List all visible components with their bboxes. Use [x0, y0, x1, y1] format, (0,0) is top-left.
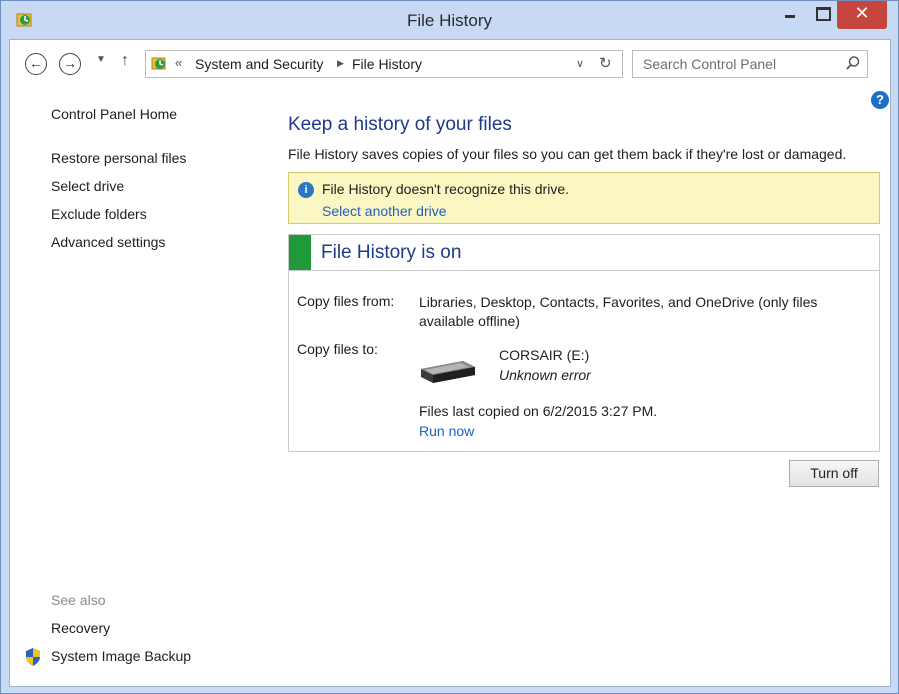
- status-header: File History is on: [289, 235, 879, 271]
- copy-from-label: Copy files from:: [297, 293, 395, 309]
- file-history-window: File History ✕ ← → ▼ ↑ « System and Secu…: [0, 0, 899, 694]
- back-arrow-icon: ←: [29, 55, 43, 71]
- exclude-folders-link[interactable]: Exclude folders: [51, 206, 147, 222]
- task-pane: Control Panel Home Restore personal file…: [10, 88, 270, 686]
- system-image-backup-link[interactable]: System Image Backup: [51, 648, 191, 664]
- copy-from-value: Libraries, Desktop, Contacts, Favorites,…: [419, 294, 818, 329]
- minimize-button[interactable]: [773, 1, 807, 29]
- forward-button[interactable]: →: [59, 53, 81, 75]
- up-arrow-icon: ↑: [121, 52, 129, 69]
- search-box[interactable]: Search Control Panel: [632, 50, 868, 78]
- drive-status: Unknown error: [499, 367, 591, 383]
- warning-message: File History doesn't recognize this driv…: [322, 181, 569, 197]
- status-panel: File History is on Copy files from: Libr…: [288, 234, 880, 452]
- removable-drive-icon: [421, 361, 475, 383]
- select-another-drive-link[interactable]: Select another drive: [322, 203, 447, 219]
- title-bar[interactable]: File History ✕: [1, 1, 898, 39]
- control-panel-home-link[interactable]: Control Panel Home: [51, 106, 177, 122]
- search-icon[interactable]: [845, 55, 861, 71]
- info-icon: i: [298, 182, 314, 198]
- breadcrumb-system-and-security[interactable]: System and Security: [195, 56, 323, 72]
- last-copied-text: Files last copied on 6/2/2015 3:27 PM.: [419, 403, 658, 419]
- control-panel-icon: [151, 57, 166, 70]
- breadcrumb-separator-icon[interactable]: ▶: [337, 58, 344, 69]
- warning-banner: i File History doesn't recognize this dr…: [288, 172, 880, 224]
- help-icon[interactable]: ?: [871, 91, 889, 109]
- refresh-icon[interactable]: ↻: [599, 54, 612, 72]
- breadcrumb-file-history[interactable]: File History: [352, 56, 422, 72]
- run-now-link[interactable]: Run now: [419, 423, 474, 439]
- maximize-button[interactable]: [807, 1, 837, 29]
- turn-off-button[interactable]: Turn off: [789, 460, 879, 487]
- close-icon: ✕: [854, 3, 870, 23]
- restore-personal-files-link[interactable]: Restore personal files: [51, 150, 186, 166]
- select-drive-link[interactable]: Select drive: [51, 178, 124, 194]
- copy-to-label: Copy files to:: [297, 341, 378, 357]
- navigation-bar: ← → ▼ ↑ « System and Security ▶ File His…: [10, 40, 890, 88]
- window-content: ← → ▼ ↑ « System and Security ▶ File His…: [9, 39, 891, 687]
- see-also-heading: See also: [51, 592, 106, 608]
- back-button[interactable]: ←: [25, 53, 47, 75]
- shield-icon: [26, 648, 40, 666]
- drive-name: CORSAIR (E:): [499, 347, 590, 363]
- forward-arrow-icon: →: [63, 55, 77, 71]
- advanced-settings-link[interactable]: Advanced settings: [51, 234, 165, 250]
- page-description: File History saves copies of your files …: [288, 146, 847, 162]
- search-placeholder: Search Control Panel: [643, 56, 777, 72]
- recovery-link[interactable]: Recovery: [51, 620, 110, 636]
- page-heading: Keep a history of your files: [288, 114, 512, 135]
- status-indicator: [289, 235, 311, 270]
- address-dropdown-icon[interactable]: ∨: [576, 57, 584, 70]
- breadcrumb-overflow[interactable]: «: [175, 55, 182, 70]
- status-title: File History is on: [321, 242, 462, 263]
- window-title: File History: [406, 11, 492, 30]
- recent-locations-button[interactable]: ▼: [96, 54, 106, 65]
- close-button[interactable]: ✕: [837, 1, 887, 29]
- address-bar[interactable]: « System and Security ▶ File History ∨ ↻: [145, 50, 623, 78]
- up-button[interactable]: ↑: [121, 52, 129, 70]
